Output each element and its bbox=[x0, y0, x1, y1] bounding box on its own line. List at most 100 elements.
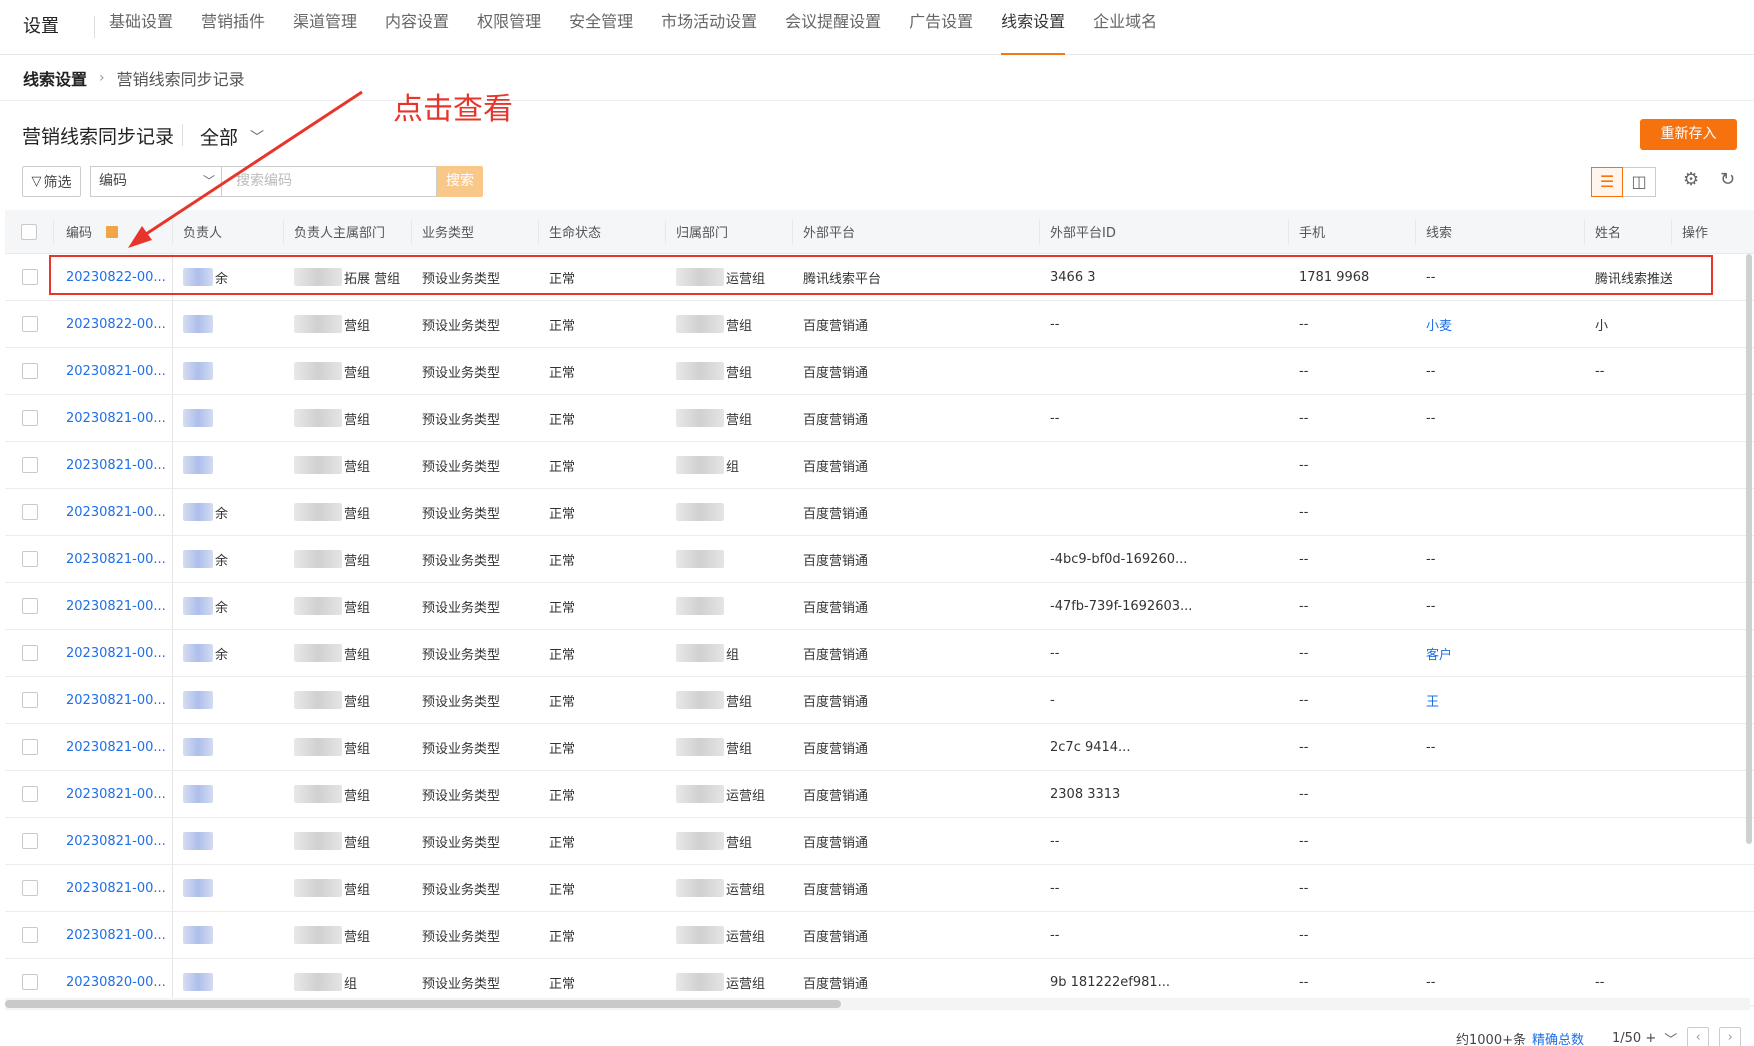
cell-clue-text[interactable]: -- bbox=[1426, 740, 1435, 755]
cell-clue[interactable]: 客户 bbox=[1416, 630, 1585, 676]
card-view-icon[interactable]: ◫ bbox=[1623, 167, 1656, 197]
table-row[interactable]: 20230821-00... 余 营组 预设业务类型 正常 组 百度营销通 -- -- 客户 bbox=[5, 630, 1754, 677]
cell-actions[interactable] bbox=[1672, 489, 1752, 535]
table-row[interactable]: 20230821-00... 营组 预设业务类型 正常 营组 百度营销通 - -- 王 bbox=[5, 677, 1754, 724]
cell-actions[interactable] bbox=[1672, 442, 1752, 488]
row-checkbox[interactable] bbox=[21, 410, 38, 426]
table-row[interactable]: 20230821-00... 余 营组 预设业务类型 正常 百度营销通 -4bc9-bf0d… bbox=[5, 536, 1754, 583]
cell-code[interactable]: 20230822-00... bbox=[54, 301, 173, 347]
exact-total-link[interactable]: 精确总数 bbox=[1532, 1029, 1584, 1046]
table-row[interactable]: 20230821-00... 营组 预设业务类型 正常 营组 百度营销通 -- -- -- bbox=[5, 395, 1754, 442]
row-checkbox[interactable] bbox=[21, 316, 38, 332]
cell-clue-text[interactable]: 王 bbox=[1426, 691, 1439, 710]
tab-permission-management[interactable]: 权限管理 bbox=[463, 0, 555, 55]
cell-code-text[interactable]: 20230820-00... bbox=[66, 975, 166, 990]
row-checkbox[interactable] bbox=[21, 457, 38, 473]
cell-clue-text[interactable]: 小麦 bbox=[1426, 315, 1452, 334]
cell-clue[interactable]: -- bbox=[1416, 395, 1585, 441]
table-row[interactable]: 20230821-00... 营组 预设业务类型 正常 运营组 百度营销通 -- -- bbox=[5, 865, 1754, 912]
col-belong-dept[interactable]: 归属部门 bbox=[666, 219, 793, 244]
cell-code[interactable]: 20230821-00... bbox=[54, 912, 173, 958]
sort-icon[interactable] bbox=[106, 225, 119, 238]
cell-clue-text[interactable]: -- bbox=[1426, 552, 1435, 567]
col-owner-dept[interactable]: 负责人主属部门 bbox=[284, 219, 412, 244]
row-checkbox[interactable] bbox=[21, 833, 38, 849]
row-checkbox[interactable] bbox=[21, 927, 38, 943]
table-row[interactable]: 20230821-00... 余 营组 预设业务类型 正常 百度营销通 -- bbox=[5, 489, 1754, 536]
search-field-select[interactable]: 编码 ﹀ bbox=[90, 166, 221, 197]
page-indicator[interactable]: 1/50 + bbox=[1612, 1031, 1656, 1046]
row-checkbox[interactable] bbox=[21, 645, 38, 661]
cell-clue[interactable] bbox=[1416, 442, 1585, 488]
cell-clue-text[interactable]: -- bbox=[1426, 411, 1435, 426]
vertical-scrollbar[interactable] bbox=[1746, 254, 1752, 844]
table-row[interactable]: 20230821-00... 营组 预设业务类型 正常 运营组 百度营销通 2308 331… bbox=[5, 771, 1754, 818]
cell-actions[interactable] bbox=[1672, 630, 1752, 676]
tab-basic-settings[interactable]: 基础设置 bbox=[95, 0, 187, 55]
table-row[interactable]: 20230821-00... 营组 预设业务类型 正常 组 百度营销通 -- bbox=[5, 442, 1754, 489]
cell-code-text[interactable]: 20230821-00... bbox=[66, 693, 166, 708]
cell-clue[interactable]: 王 bbox=[1416, 677, 1585, 723]
refresh-icon[interactable]: ↻ bbox=[1720, 169, 1735, 190]
select-all-checkbox[interactable] bbox=[21, 223, 37, 240]
tab-channel-management[interactable]: 渠道管理 bbox=[279, 0, 371, 55]
tab-security-management[interactable]: 安全管理 bbox=[555, 0, 647, 55]
cell-code-text[interactable]: 20230821-00... bbox=[66, 740, 166, 755]
breadcrumb-root[interactable]: 线索设置 bbox=[23, 66, 87, 90]
cell-code[interactable]: 20230821-00... bbox=[54, 677, 173, 723]
cell-code[interactable]: 20230821-00... bbox=[54, 583, 173, 629]
cell-actions[interactable] bbox=[1672, 677, 1752, 723]
table-row[interactable]: 20230821-00... 营组 预设业务类型 正常 营组 百度营销通 2c7c 9414… bbox=[5, 724, 1754, 771]
table-row[interactable]: 20230822-00... 营组 预设业务类型 正常 营组 百度营销通 -- -- 小麦 小 bbox=[5, 301, 1754, 348]
tab-clue-settings[interactable]: 线索设置 bbox=[987, 0, 1079, 55]
filter-button[interactable]: ▽ 筛选 bbox=[22, 166, 81, 197]
col-clue[interactable]: 线索 bbox=[1416, 219, 1585, 244]
search-input[interactable]: 搜索编码 bbox=[221, 166, 437, 197]
prev-page-button[interactable]: ‹ bbox=[1687, 1027, 1710, 1046]
cell-code-text[interactable]: 20230821-00... bbox=[66, 505, 166, 520]
col-biz-type[interactable]: 业务类型 bbox=[412, 219, 539, 244]
cell-code-text[interactable]: 20230821-00... bbox=[66, 411, 166, 426]
cell-actions[interactable] bbox=[1672, 818, 1752, 864]
cell-code-text[interactable]: 20230821-00... bbox=[66, 646, 166, 661]
cell-actions[interactable] bbox=[1672, 724, 1752, 770]
cell-actions[interactable] bbox=[1672, 301, 1752, 347]
cell-code[interactable]: 20230821-00... bbox=[54, 771, 173, 817]
cell-actions[interactable] bbox=[1672, 583, 1752, 629]
cell-clue[interactable]: 小麦 bbox=[1416, 301, 1585, 347]
cell-clue[interactable] bbox=[1416, 912, 1585, 958]
cell-clue[interactable] bbox=[1416, 865, 1585, 911]
row-checkbox[interactable] bbox=[21, 880, 38, 896]
col-platform-id[interactable]: 外部平台ID bbox=[1040, 219, 1289, 244]
cell-code[interactable]: 20230821-00... bbox=[54, 489, 173, 535]
cell-code-text[interactable]: 20230821-00... bbox=[66, 364, 166, 379]
cell-clue[interactable]: -- bbox=[1416, 348, 1585, 394]
scope-filter-dropdown[interactable]: 全部 ﹀ bbox=[200, 123, 264, 150]
cell-code-text[interactable]: 20230821-00... bbox=[66, 928, 166, 943]
search-button[interactable]: 搜索 bbox=[437, 166, 483, 197]
cell-clue[interactable] bbox=[1416, 818, 1585, 864]
cell-clue[interactable]: -- bbox=[1416, 536, 1585, 582]
row-checkbox[interactable] bbox=[21, 551, 38, 567]
table-row[interactable]: 20230821-00... 余 营组 预设业务类型 正常 百度营销通 -47fb-739f… bbox=[5, 583, 1754, 630]
row-checkbox[interactable] bbox=[21, 786, 38, 802]
next-page-button[interactable]: › bbox=[1719, 1027, 1742, 1046]
cell-code[interactable]: 20230821-00... bbox=[54, 442, 173, 488]
cell-code[interactable]: 20230821-00... bbox=[54, 348, 173, 394]
cell-actions[interactable] bbox=[1672, 865, 1752, 911]
table-row[interactable]: 20230821-00... 营组 预设业务类型 正常 营组 百度营销通 -- -- -- bbox=[5, 348, 1754, 395]
cell-clue-text[interactable]: -- bbox=[1426, 364, 1435, 379]
cell-code-text[interactable]: 20230821-00... bbox=[66, 599, 166, 614]
cell-clue-text[interactable]: -- bbox=[1426, 599, 1435, 614]
cell-actions[interactable] bbox=[1672, 771, 1752, 817]
cell-actions[interactable] bbox=[1672, 536, 1752, 582]
cell-code-text[interactable]: 20230821-00... bbox=[66, 834, 166, 849]
cell-code[interactable]: 20230821-00... bbox=[54, 536, 173, 582]
table-row[interactable]: 20230821-00... 营组 预设业务类型 正常 运营组 百度营销通 -- -- bbox=[5, 912, 1754, 959]
row-checkbox[interactable] bbox=[21, 974, 38, 990]
cell-code[interactable]: 20230821-00... bbox=[54, 630, 173, 676]
col-code[interactable]: 编码 bbox=[54, 219, 173, 244]
cell-code[interactable]: 20230821-00... bbox=[54, 818, 173, 864]
cell-code[interactable]: 20230821-00... bbox=[54, 395, 173, 441]
cell-actions[interactable] bbox=[1672, 395, 1752, 441]
